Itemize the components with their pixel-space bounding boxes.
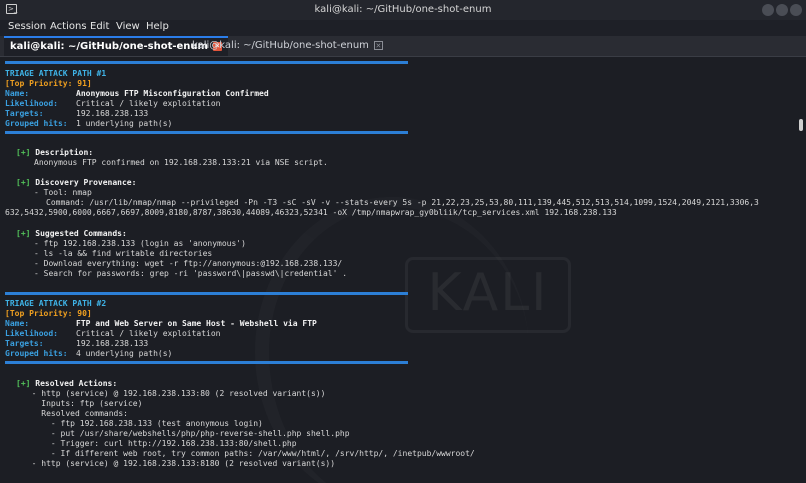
scrollbar-thumb[interactable]	[799, 119, 803, 131]
path2-name-label: Name:	[5, 319, 30, 328]
path1-prov-tool: - Tool: nmap	[34, 188, 92, 197]
path2-likelihood-label: Likelihood:	[5, 329, 58, 338]
path1-prov-cmd1: Command: /usr/lib/nmap/nmap --privileged…	[46, 198, 759, 207]
separator	[5, 131, 408, 134]
path1-grouped: 1 underlying path(s)	[76, 119, 173, 128]
path1-sugg-line: - ftp 192.168.238.133 (login as 'anonymo…	[34, 239, 246, 248]
path2-grouped-label: Grouped hits:	[5, 349, 68, 358]
tab-bar: kali@kali: ~/GitHub/one-shot-enum ✕ kali@…	[0, 36, 806, 57]
tab-2-label: kali@kali: ~/GitHub/one-shot-enum	[192, 40, 369, 51]
terminal-output[interactable]: KALI TRIAGE ATTACK PATH #1 [Top Priority…	[0, 57, 798, 483]
terminal-window: >_ kali@kali: ~/GitHub/one-shot-enum Ses…	[0, 0, 806, 483]
path2-grouped: 4 underlying path(s)	[76, 349, 173, 358]
path1-name: Anonymous FTP Misconfiguration Confirmed	[76, 89, 269, 98]
menu-bar: Session Actions Edit View Help	[0, 20, 806, 36]
path2-res-line: - ftp 192.168.238.133 (test anonymous lo…	[22, 419, 263, 428]
menu-edit[interactable]: Edit	[90, 21, 109, 32]
path1-desc-marker: [+]	[16, 148, 31, 157]
path1-priority: [Top Priority: 91]	[5, 79, 92, 88]
path2-res-title: Resolved Actions:	[35, 379, 118, 388]
kali-watermark: KALI	[405, 257, 571, 333]
path2-name: FTP and Web Server on Same Host - Webshe…	[76, 319, 317, 328]
path1-targets-label: Targets:	[5, 109, 44, 118]
path2-targets-label: Targets:	[5, 339, 44, 348]
path2-res-line: - http (service) @ 192.168.238.133:80 (2…	[22, 389, 326, 398]
path1-desc-title: Description:	[35, 148, 94, 157]
path1-prov-cmd2: 632,5432,5900,6000,6667,6697,8009,8180,8…	[5, 208, 617, 217]
tab-2-close-icon[interactable]: ✕	[373, 40, 383, 50]
menu-session[interactable]: Session	[8, 21, 46, 32]
window-title: kali@kali: ~/GitHub/one-shot-enum	[314, 4, 492, 15]
separator	[5, 61, 408, 64]
path1-name-label: Name:	[5, 89, 30, 98]
path1-sugg-line: - Search for passwords: grep -ri 'passwo…	[34, 269, 348, 278]
path1-sugg-marker: [+]	[16, 229, 31, 238]
path1-prov-title: Discovery Provenance:	[35, 178, 137, 187]
title-bar: >_ kali@kali: ~/GitHub/one-shot-enum	[0, 0, 806, 20]
path2-header: TRIAGE ATTACK PATH #2	[5, 299, 107, 308]
close-window-button[interactable]	[790, 4, 802, 16]
path1-targets: 192.168.238.133	[76, 109, 149, 118]
separator	[5, 361, 408, 364]
path1-likelihood: Critical / likely exploitation	[76, 99, 221, 108]
minimize-button[interactable]	[762, 4, 774, 16]
path1-grouped-label: Grouped hits:	[5, 119, 68, 128]
path2-likelihood: Critical / likely exploitation	[76, 329, 221, 338]
path1-desc-text: Anonymous FTP confirmed on 192.168.238.1…	[34, 158, 328, 167]
path2-targets: 192.168.238.133	[76, 339, 149, 348]
tab-2[interactable]: kali@kali: ~/GitHub/one-shot-enum ✕	[186, 38, 389, 54]
path1-likelihood-label: Likelihood:	[5, 99, 58, 108]
menu-actions[interactable]: Actions	[50, 21, 87, 32]
path1-header: TRIAGE ATTACK PATH #1	[5, 69, 107, 78]
path2-res-line: Inputs: ftp (service)	[22, 399, 143, 408]
tab-1-label: kali@kali: ~/GitHub/one-shot-enum	[10, 41, 208, 52]
path1-sugg-title: Suggested Commands:	[35, 229, 127, 238]
menu-help[interactable]: Help	[146, 21, 169, 32]
path1-sugg-line: - ls -la && find writable directories	[34, 249, 213, 258]
path2-res-line: - Trigger: curl http://192.168.238.133:8…	[22, 439, 297, 448]
menu-view[interactable]: View	[116, 21, 140, 32]
path2-res-marker: [+]	[16, 379, 31, 388]
path2-res-line: - If different web root, try common path…	[22, 449, 475, 458]
path1-prov-marker: [+]	[16, 178, 31, 187]
terminal-scrollbar[interactable]	[798, 57, 806, 483]
path2-res-line: Resolved commands:	[22, 409, 128, 418]
path2-res-line: - put /usr/share/webshells/php/php-rever…	[22, 429, 350, 438]
path1-sugg-line: - Download everything: wget -r ftp://ano…	[34, 259, 343, 268]
path2-priority: [Top Priority: 90]	[5, 309, 92, 318]
path2-res-line-last: - http (service) @ 192.168.238.133:8180 …	[22, 459, 336, 468]
separator	[5, 292, 408, 295]
maximize-button[interactable]	[776, 4, 788, 16]
